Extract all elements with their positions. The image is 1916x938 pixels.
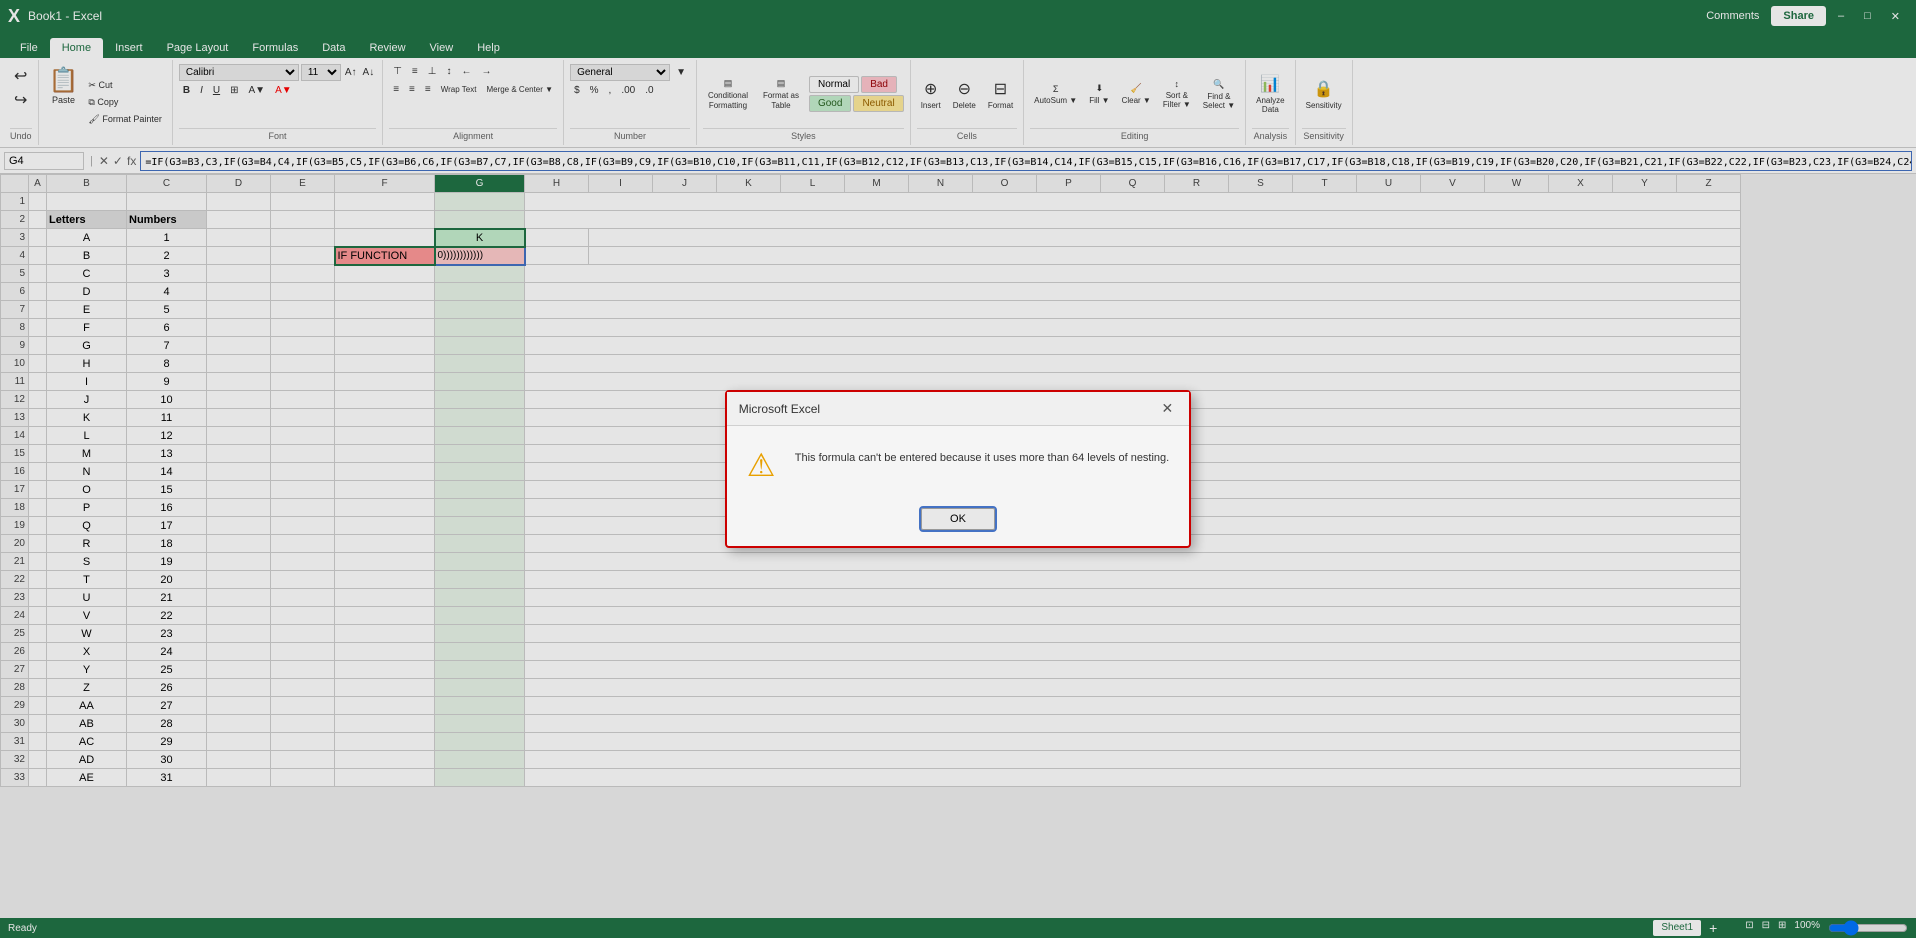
dialog-buttons: OK [727, 500, 1189, 546]
dialog-close-button[interactable]: ✕ [1158, 400, 1178, 417]
dialog-content: ⚠ This formula can't be entered because … [727, 426, 1189, 500]
dialog-overlay: Microsoft Excel ✕ ⚠ This formula can't b… [0, 0, 1916, 938]
dialog-message: This formula can't be entered because it… [795, 446, 1169, 467]
ok-button[interactable]: OK [921, 508, 995, 530]
dialog-titlebar: Microsoft Excel ✕ [727, 392, 1189, 426]
error-dialog: Microsoft Excel ✕ ⚠ This formula can't b… [725, 390, 1191, 548]
warning-icon: ⚠ [747, 446, 779, 484]
dialog-title: Microsoft Excel [739, 402, 820, 416]
